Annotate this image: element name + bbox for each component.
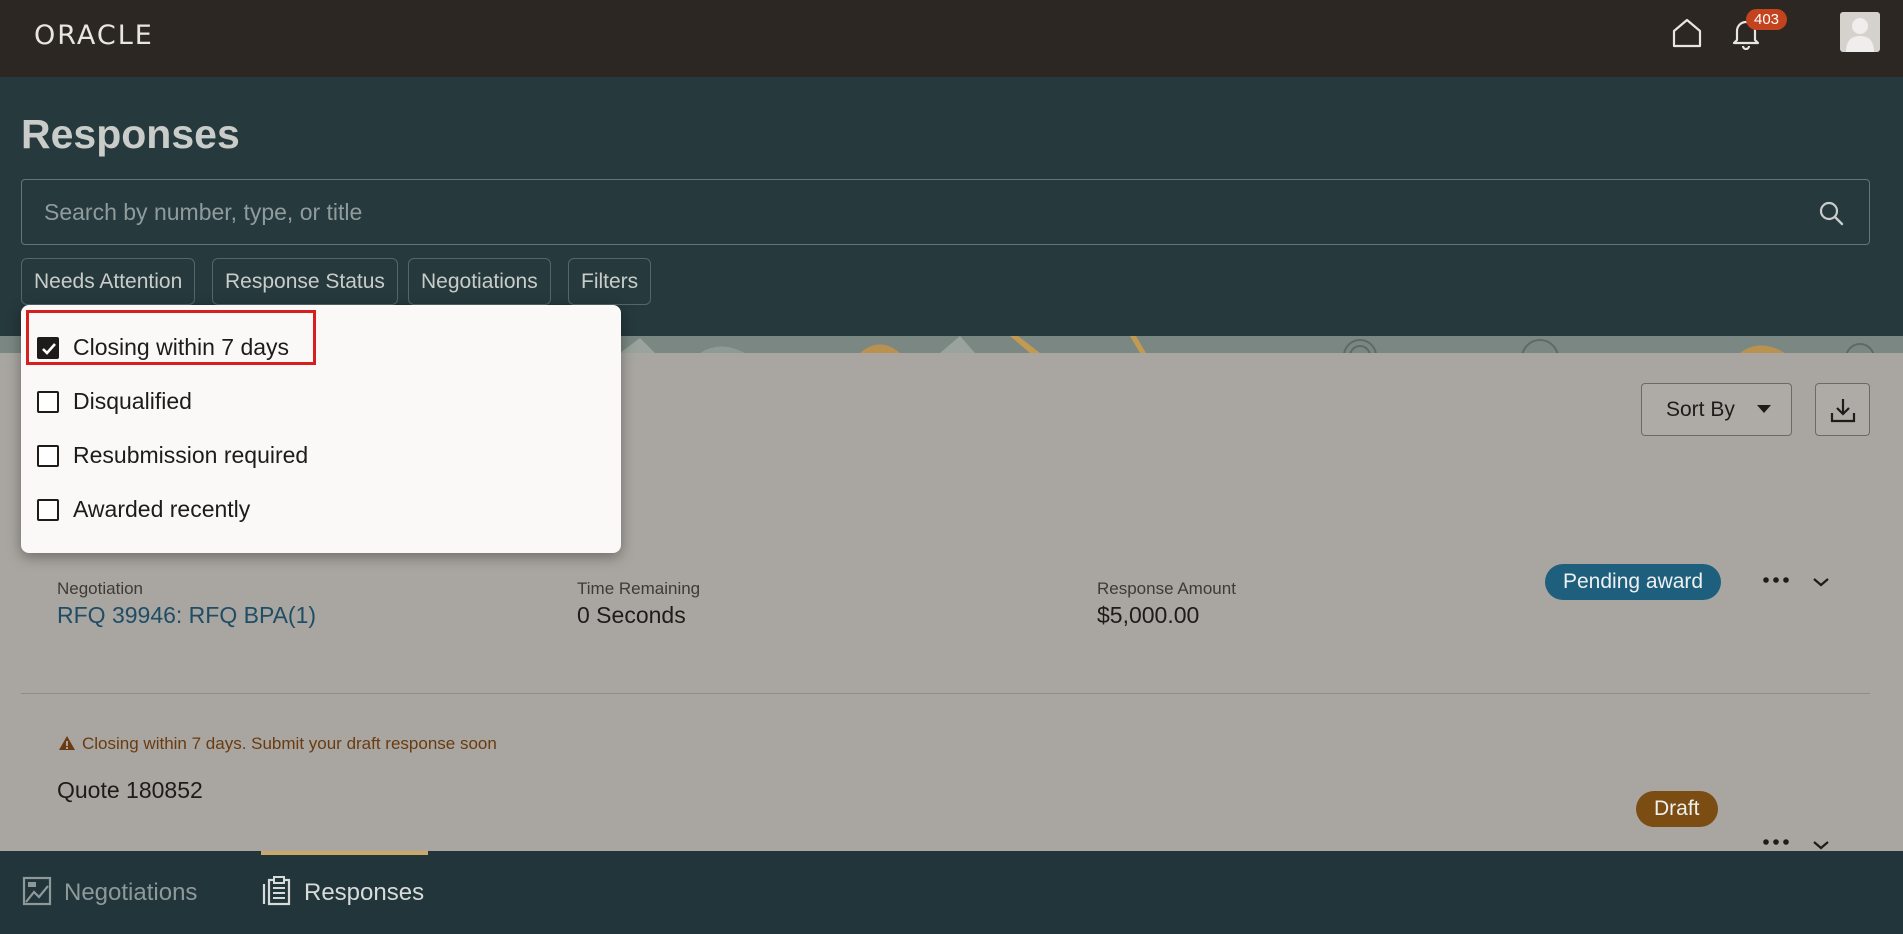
home-icon[interactable]: [1670, 16, 1704, 50]
search-box: [21, 179, 1870, 245]
status-badge: Pending award: [1545, 564, 1722, 600]
bottom-nav: Negotiations Responses: [0, 851, 1903, 934]
status-badge: Draft: [1636, 791, 1718, 827]
chip-response-status[interactable]: Response Status: [212, 258, 398, 305]
nav-negotiations[interactable]: Negotiations: [22, 851, 197, 934]
checkbox[interactable]: [37, 391, 59, 413]
option-closing-within-7-days[interactable]: Closing within 7 days: [37, 327, 289, 367]
download-icon: [1830, 399, 1856, 423]
checkbox[interactable]: [37, 445, 59, 467]
option-label: Closing within 7 days: [73, 334, 290, 360]
nav-responses-label: Responses: [304, 879, 425, 906]
time-remaining-label: Time Remaining: [577, 579, 701, 598]
warning-message: Closing within 7 days. Submit your draft…: [58, 734, 497, 754]
more-actions-icon[interactable]: [1761, 837, 1791, 847]
option-resubmission-required[interactable]: Resubmission required: [37, 435, 308, 475]
page-title: Responses: [21, 111, 240, 157]
top-bar: ORACLE 403: [0, 0, 1903, 77]
more-actions-icon[interactable]: [1761, 575, 1791, 585]
avatar[interactable]: [1840, 12, 1880, 52]
option-label: Resubmission required: [73, 442, 309, 468]
caret-down-icon: [1757, 405, 1771, 413]
needs-attention-dropdown: Closing within 7 days Disqualified Resub…: [21, 305, 621, 553]
nav-negotiations-label: Negotiations: [64, 879, 198, 906]
option-disqualified[interactable]: Disqualified: [37, 381, 192, 421]
checkbox[interactable]: [37, 499, 59, 521]
search-icon[interactable]: [1817, 199, 1845, 227]
check-icon: [42, 343, 56, 355]
search-input[interactable]: [44, 180, 1804, 244]
response-amount-value: $5,000.00: [1097, 602, 1200, 628]
quote-title[interactable]: Quote 180852: [57, 777, 203, 804]
page-header: Responses Needs Attention Response Statu…: [0, 77, 1903, 336]
response-amount-label: Response Amount: [1097, 579, 1236, 598]
time-remaining-value: 0 Seconds: [577, 602, 686, 628]
sort-by-button[interactable]: Sort By: [1641, 383, 1792, 436]
option-awarded-recently[interactable]: Awarded recently: [37, 489, 250, 529]
notification-badge[interactable]: 403: [1746, 9, 1788, 30]
warning-text: Closing within 7 days. Submit your draft…: [82, 734, 497, 753]
download-button[interactable]: [1815, 383, 1870, 436]
warning-icon: [59, 736, 75, 750]
oracle-logo[interactable]: ORACLE: [34, 20, 154, 51]
chip-needs-attention[interactable]: Needs Attention: [21, 258, 196, 305]
option-label: Awarded recently: [73, 496, 251, 522]
checkbox-checked[interactable]: [37, 337, 59, 359]
chip-negotiations[interactable]: Negotiations: [408, 258, 551, 305]
nav-responses[interactable]: Responses: [262, 851, 424, 934]
responses-icon: [262, 876, 291, 906]
negotiation-link[interactable]: RFQ 39946: RFQ BPA(1): [57, 602, 316, 629]
chevron-down-icon[interactable]: [1812, 576, 1830, 588]
sort-by-label: Sort By: [1666, 398, 1735, 421]
chip-filters[interactable]: Filters: [568, 258, 652, 305]
option-label: Disqualified: [73, 388, 192, 414]
chevron-down-icon[interactable]: [1812, 839, 1830, 851]
negotiations-icon: [22, 876, 52, 906]
negotiation-label: Negotiation: [57, 579, 144, 598]
user-icon: [1846, 18, 1874, 52]
row-divider: [21, 693, 1870, 694]
